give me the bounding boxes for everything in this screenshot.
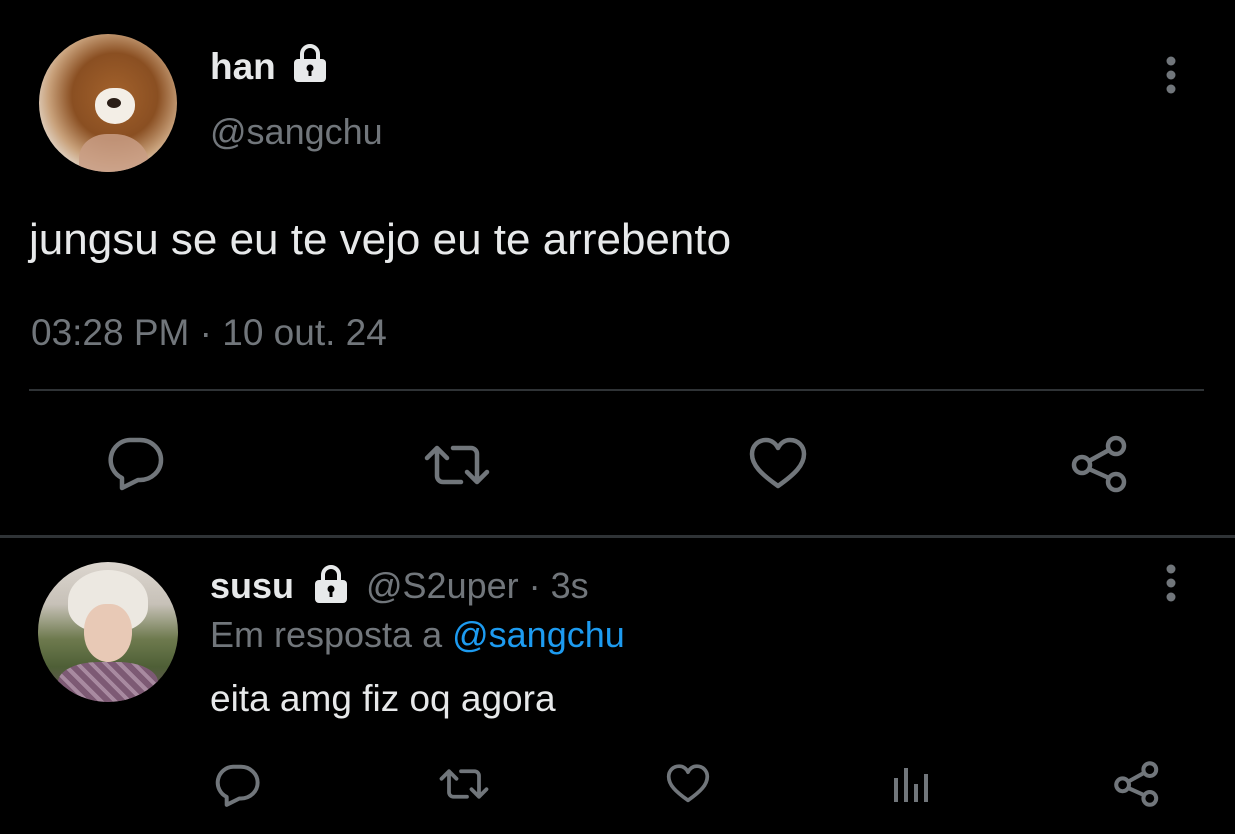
like-icon[interactable] [665,763,711,805]
reply-icon[interactable] [104,434,166,492]
tweet-thread: han @sangchu jungsu se eu te vejo eu te … [0,0,1235,834]
user-handle[interactable]: @sangchu [210,110,383,154]
avatar[interactable] [39,34,177,172]
tweet-text: jungsu se eu te vejo eu te arrebento [29,215,732,264]
avatar-face [84,604,132,662]
reply-avatar[interactable] [38,562,178,702]
divider [29,389,1204,391]
retweet-icon[interactable] [437,764,491,804]
in-reply-to: Em resposta a @sangchu [210,612,625,658]
retweet-icon[interactable] [421,440,493,490]
more-options-icon[interactable] [1158,563,1184,603]
thread-divider [0,535,1235,538]
avatar-hand [79,134,149,172]
reply-display-name[interactable]: susu [210,563,294,609]
tweet-timestamp[interactable]: 03:28 PM · 10 out. 24 [31,310,387,356]
avatar-shirt [58,662,158,702]
like-icon[interactable] [747,436,809,492]
mention-link[interactable]: @sangchu [452,614,625,655]
reply-text: eita amg fiz oq agora [210,678,556,719]
reply-handle-time[interactable]: @S2uper · 3s [366,563,589,609]
lock-icon [294,44,326,82]
lock-icon [315,565,347,603]
in-reply-prefix: Em resposta a [210,614,453,655]
share-icon[interactable] [1070,434,1130,494]
analytics-icon[interactable] [892,764,932,804]
display-name[interactable]: han [210,44,276,90]
avatar-lion-nose [107,98,121,108]
more-options-icon[interactable] [1158,55,1184,95]
reply-icon[interactable] [212,762,262,808]
main-tweet[interactable]: han @sangchu jungsu se eu te vejo eu te … [0,0,1235,536]
share-icon[interactable] [1113,760,1161,808]
